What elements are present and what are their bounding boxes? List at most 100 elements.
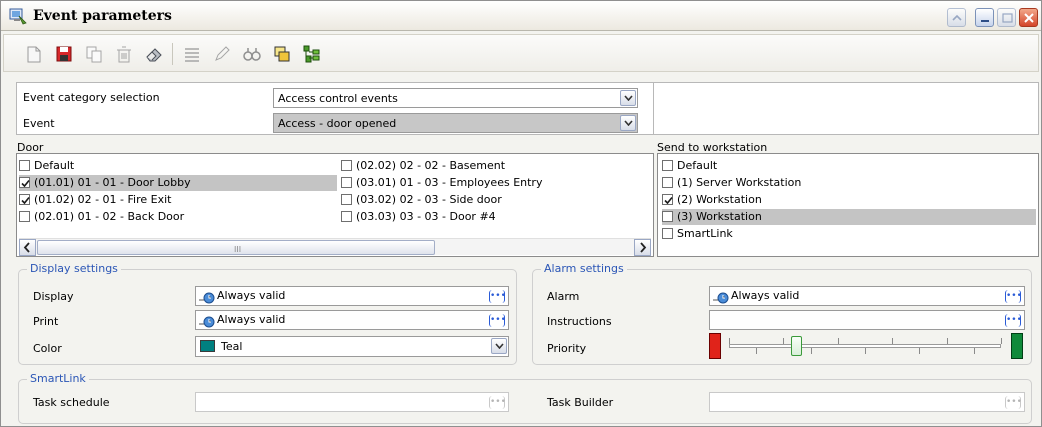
maximize-icon — [1002, 13, 1013, 23]
door-item[interactable]: (02.01) 01 - 02 - Back Door — [19, 209, 337, 225]
instructions-browse-button[interactable]: ••• — [1005, 314, 1022, 327]
checkbox[interactable] — [19, 211, 30, 222]
tree-icon[interactable] — [302, 44, 322, 64]
event-category-dropdown[interactable]: Access control events — [273, 88, 638, 108]
close-button[interactable] — [1019, 8, 1038, 27]
delete-icon[interactable] — [114, 44, 134, 64]
instructions-field[interactable]: ••• — [709, 310, 1025, 330]
display-browse-button[interactable]: ••• — [489, 290, 506, 303]
schedule-icon — [199, 292, 215, 304]
workstation-items: Default (1) Server Workstation (2) Worksta… — [662, 158, 1036, 248]
door-item[interactable]: (01.02) 02 - 01 - Fire Exit — [19, 192, 337, 208]
workstation-item[interactable]: Default — [662, 158, 1036, 174]
door-item[interactable]: (03.02) 02 - 03 - Side door — [341, 192, 641, 208]
checkmark-icon — [21, 179, 30, 188]
door-item-label: (01.02) 02 - 01 - Fire Exit — [34, 193, 172, 206]
door-item[interactable]: (03.03) 03 - 03 - Door #4 — [341, 209, 641, 225]
door-item[interactable]: (01.01) 01 - 01 - Door Lobby — [19, 175, 337, 191]
restore-button[interactable] — [947, 8, 966, 27]
alarm-field[interactable]: Always valid ••• — [709, 286, 1025, 306]
door-horizontal-scrollbar[interactable]: III — [19, 238, 651, 256]
priority-tick — [729, 338, 730, 344]
scroll-thumb[interactable]: III — [37, 240, 435, 255]
checkbox[interactable] — [341, 177, 352, 188]
checkbox[interactable] — [341, 160, 352, 171]
color-swatch — [200, 340, 215, 352]
copy-icon[interactable] — [84, 44, 104, 64]
display-field[interactable]: Always valid ••• — [195, 286, 509, 306]
door-item-label: (02.01) 01 - 02 - Back Door — [34, 210, 185, 223]
color-label: Color — [33, 342, 62, 355]
event-selection-panel: Event category selection Access control … — [16, 82, 654, 135]
event-category-dropdown-button[interactable] — [620, 90, 636, 106]
close-icon — [1024, 13, 1034, 23]
door-item[interactable]: Default — [19, 158, 337, 174]
event-dropdown[interactable]: Access - door opened — [273, 113, 638, 133]
task-schedule-field[interactable]: ••• — [195, 392, 509, 412]
event-parameters-icon — [9, 8, 27, 25]
chevron-down-icon — [495, 343, 504, 349]
checkbox[interactable] — [662, 228, 673, 239]
print-browse-button[interactable]: ••• — [489, 314, 506, 327]
edit-icon[interactable] — [212, 44, 232, 64]
print-label: Print — [33, 315, 59, 328]
color-dropdown-button[interactable] — [491, 338, 507, 354]
event-label: Event — [23, 117, 55, 130]
task-schedule-label: Task schedule — [33, 396, 110, 409]
checkbox[interactable] — [662, 194, 673, 205]
print-field[interactable]: Always valid ••• — [195, 310, 509, 330]
workstation-item[interactable]: SmartLink — [662, 226, 1036, 242]
door-item-label: (01.01) 01 - 01 - Door Lobby — [34, 176, 191, 189]
checkbox[interactable] — [662, 160, 673, 171]
door-item-label: (03.01) 01 - 03 - Employees Entry — [356, 176, 543, 189]
priority-tick — [838, 338, 839, 344]
workstation-list: Default (1) Server Workstation (2) Worksta… — [657, 153, 1039, 257]
priority-slider[interactable] — [709, 332, 1025, 360]
scroll-left-button[interactable] — [19, 239, 36, 256]
priority-tick — [947, 338, 948, 344]
checkbox[interactable] — [19, 194, 30, 205]
smartlink-group: SmartLink Task schedule ••• Task Builder… — [18, 372, 1032, 424]
schedule-icon — [713, 292, 729, 304]
door-item-label: (03.03) 03 - 03 - Door #4 — [356, 210, 496, 223]
checkbox[interactable] — [341, 194, 352, 205]
door-item[interactable]: (03.01) 01 - 03 - Employees Entry — [341, 175, 641, 191]
minimize-button[interactable] — [975, 8, 994, 27]
checkbox[interactable] — [19, 160, 30, 171]
checkbox[interactable] — [662, 177, 673, 188]
task-schedule-browse-button[interactable]: ••• — [489, 396, 506, 409]
list-icon[interactable] — [182, 44, 202, 64]
event-category-label: Event category selection — [23, 91, 160, 104]
workstation-item[interactable]: (1) Server Workstation — [662, 175, 1036, 191]
workstation-item[interactable]: (3) Workstation — [662, 209, 1036, 225]
checkbox[interactable] — [662, 211, 673, 222]
window-title: Event parameters — [33, 8, 172, 24]
priority-tick — [865, 348, 866, 354]
maximize-button[interactable] — [997, 8, 1016, 27]
task-builder-browse-button[interactable]: ••• — [1005, 396, 1022, 409]
door-column-1: Default (01.01) 01 - 01 - Door Lobby (01.0… — [19, 158, 337, 226]
event-parameters-window: Event parameters Event category selectio… — [0, 0, 1042, 427]
priority-thumb[interactable] — [791, 336, 802, 356]
scroll-right-button[interactable] — [634, 239, 651, 256]
alarm-settings-group: Alarm settings Alarm Always valid ••• In… — [532, 262, 1032, 365]
event-dropdown-button[interactable] — [620, 115, 636, 131]
new-icon[interactable] — [24, 44, 44, 64]
color-dropdown[interactable]: Teal — [195, 336, 509, 357]
windows-icon[interactable] — [272, 44, 292, 64]
task-builder-field[interactable]: ••• — [709, 392, 1025, 412]
eraser-icon[interactable] — [144, 44, 164, 64]
find-icon[interactable] — [242, 44, 262, 64]
event-value: Access - door opened — [278, 117, 397, 130]
checkbox[interactable] — [19, 177, 30, 188]
workstation-item[interactable]: (2) Workstation — [662, 192, 1036, 208]
arrow-left-icon — [23, 242, 30, 253]
save-icon[interactable] — [54, 44, 74, 64]
checkbox[interactable] — [341, 211, 352, 222]
priority-low-indicator — [709, 333, 721, 359]
print-value: Always valid — [217, 313, 286, 326]
smartlink-title: SmartLink — [27, 372, 89, 385]
alarm-browse-button[interactable]: ••• — [1005, 290, 1022, 303]
priority-tick — [783, 338, 784, 344]
door-item[interactable]: (02.02) 02 - 02 - Basement — [341, 158, 641, 174]
